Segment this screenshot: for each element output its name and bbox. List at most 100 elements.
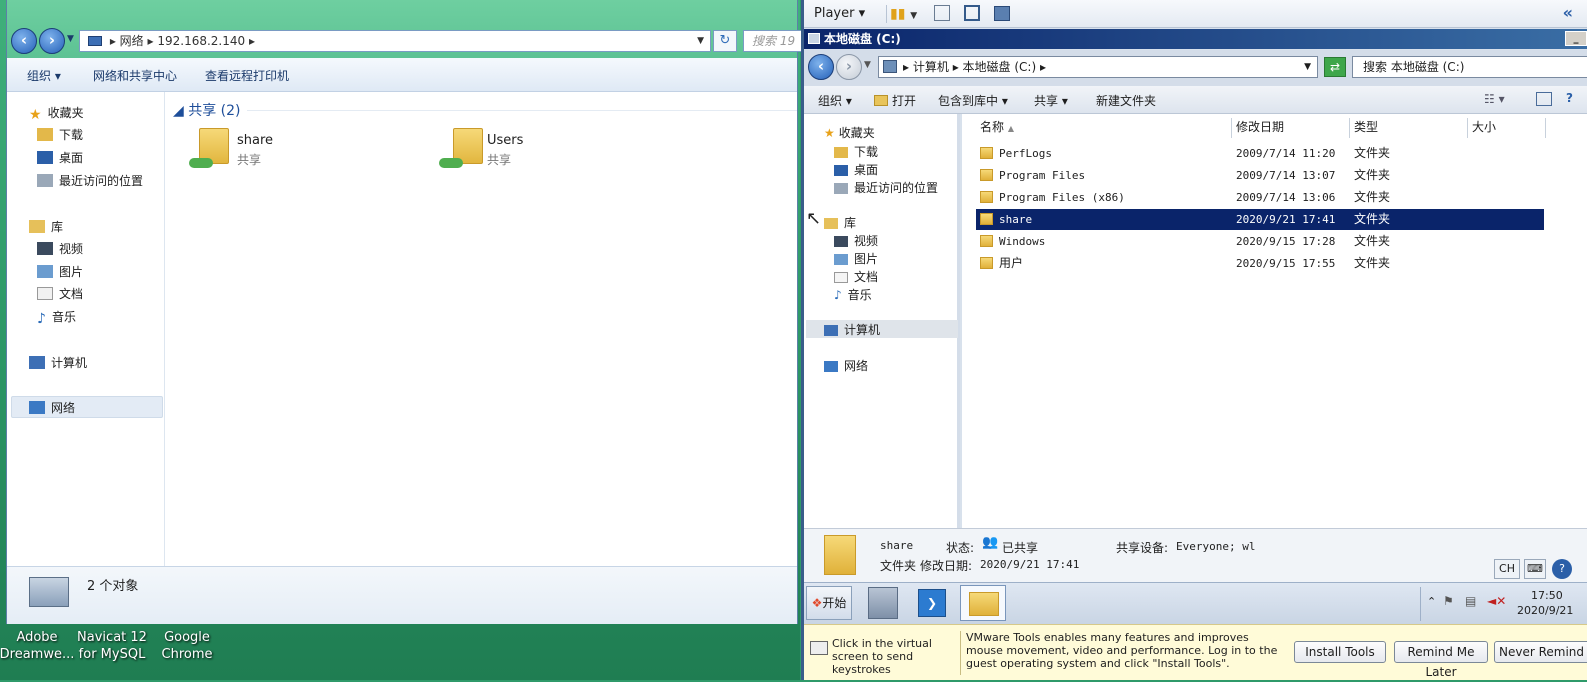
guest-share-menu[interactable]: 共享 ▾ (1034, 92, 1068, 109)
share-group-header[interactable]: ◢ 共享 (2) (173, 100, 241, 120)
explorer-taskbar-button[interactable] (960, 585, 1006, 621)
guest-search-input[interactable]: 搜索 本地磁盘 (C:) (1352, 56, 1587, 78)
file-name: Program Files (x86) (999, 191, 1125, 204)
guest-refresh-icon[interactable]: ⇄ (1324, 57, 1346, 77)
file-name: PerfLogs (999, 147, 1052, 160)
guest-include-library-menu[interactable]: 包含到库中 ▾ (938, 92, 1008, 109)
guest-nav-computer[interactable]: 计算机 (824, 321, 880, 338)
clock-date[interactable]: 2020/9/21 (1517, 604, 1573, 617)
table-row-selected[interactable]: share 2020/9/21 17:41 文件夹 (976, 209, 1544, 230)
fullscreen-icon[interactable] (964, 5, 980, 21)
nav-computer[interactable]: 计算机 (29, 354, 87, 371)
recent-pages-chevron-icon[interactable]: ▼ (67, 34, 74, 44)
breadcrumb-drive[interactable]: 本地磁盘 (C:) (963, 60, 1037, 74)
network-status-icon[interactable]: ▤ (1465, 594, 1476, 608)
desktop-icon-navicat[interactable]: Navicat 12 for MySQL (72, 629, 152, 663)
back-button[interactable]: ‹ (11, 28, 37, 54)
guest-nav-downloads[interactable]: 下载 (834, 143, 878, 160)
guest-address-input[interactable]: ▸ 计算机 ▸ 本地磁盘 (C:) ▸ ▼ (878, 56, 1318, 78)
view-options-icon[interactable]: ☷ ▾ (1484, 92, 1505, 106)
network-center-button[interactable]: 网络和共享中心 (93, 67, 177, 84)
column-header-type[interactable]: 类型 (1350, 118, 1468, 138)
guest-nav-documents[interactable]: 文档 (834, 268, 878, 285)
remote-printers-button[interactable]: 查看远程打印机 (205, 67, 289, 84)
column-header-modified[interactable]: 修改日期 (1232, 118, 1350, 138)
breadcrumb-network[interactable]: 网络 (120, 34, 144, 48)
column-header-size[interactable]: 大小 (1468, 118, 1546, 138)
guest-nav-libraries[interactable]: 库 (824, 214, 856, 231)
nav-pictures[interactable]: 图片 (37, 263, 83, 280)
guest-nav-pictures[interactable]: 图片 (834, 250, 878, 267)
unity-icon[interactable] (994, 6, 1010, 21)
share-item-share[interactable]: share 共享 (185, 126, 425, 174)
explorer-icon (969, 592, 999, 616)
guest-nav-videos[interactable]: 视频 (834, 232, 878, 249)
refresh-icon[interactable]: ↻ (713, 30, 737, 52)
guest-nav-music[interactable]: ♪ 音乐 (834, 286, 872, 303)
pause-icon[interactable]: ▮▮ ▼ (890, 6, 917, 22)
nav-documents[interactable]: 文档 (37, 285, 83, 302)
breadcrumb-computer[interactable]: 计算机 (913, 60, 949, 74)
nav-videos[interactable]: 视频 (37, 240, 83, 257)
details-modified-label: 修改日期: (920, 559, 973, 573)
address-dropdown-icon[interactable]: ▼ (1304, 57, 1311, 77)
file-type: 文件夹 (1354, 212, 1391, 226)
table-row[interactable]: 用户 2020/9/15 17:55 文件夹 (976, 253, 1544, 274)
guest-back-button[interactable]: ‹ (808, 54, 834, 80)
server-manager-icon[interactable] (868, 587, 898, 619)
column-header-name[interactable]: 名称 ▲ (976, 118, 1232, 138)
powershell-icon[interactable]: ❯ (918, 589, 946, 617)
nav-desktop[interactable]: 桌面 (37, 149, 83, 166)
computer-monitor-icon (29, 577, 69, 607)
guest-nav-favorites[interactable]: ★ 收藏夹 (824, 124, 875, 141)
toolbar-divider (886, 5, 887, 23)
nav-downloads[interactable]: 下载 (37, 126, 83, 143)
recent-places-icon (834, 183, 848, 194)
nav-recent[interactable]: 最近访问的位置 (37, 172, 143, 189)
address-input[interactable]: ▸ 网络 ▸ 192.168.2.140 ▸ ▼ (79, 30, 711, 52)
breadcrumb-host[interactable]: 192.168.2.140 (157, 34, 245, 48)
table-row[interactable]: Windows 2020/9/15 17:28 文件夹 (976, 231, 1544, 252)
install-tools-button[interactable]: Install Tools (1294, 641, 1386, 663)
organize-menu[interactable]: 组织 ▾ (27, 67, 61, 84)
guest-nav-desktop[interactable]: 桌面 (834, 161, 878, 178)
guest-open-button[interactable]: 打开 (874, 92, 916, 109)
nav-libraries[interactable]: 库 (29, 218, 63, 235)
recent-pages-chevron-icon[interactable]: ▼ (864, 60, 871, 70)
guest-forward-button[interactable]: › (836, 54, 862, 80)
remind-later-button[interactable]: Remind Me Later (1394, 641, 1488, 679)
guest-new-folder-button[interactable]: 新建文件夹 (1096, 92, 1156, 109)
guest-organize-menu[interactable]: 组织 ▾ (818, 92, 852, 109)
send-ctrl-alt-del-icon[interactable] (934, 5, 950, 21)
desktop-icon-dreamweaver[interactable]: Adobe Dreamwe... (0, 629, 77, 663)
address-dropdown-icon[interactable]: ▼ (697, 31, 704, 51)
forward-button[interactable]: › (39, 28, 65, 54)
table-row[interactable]: Program Files 2009/7/14 13:07 文件夹 (976, 165, 1544, 186)
desktop-icon-chrome[interactable]: Google Chrome (147, 629, 227, 663)
help-icon[interactable]: ? (1552, 559, 1572, 579)
nav-favorites[interactable]: ★ 收藏夹 (29, 104, 84, 123)
share-item-users[interactable]: Users 共享 (435, 126, 675, 174)
nav-network[interactable]: 网络 (29, 399, 75, 416)
file-type: 文件夹 (1354, 256, 1391, 270)
clock-time[interactable]: 17:50 (1531, 589, 1563, 602)
nav-music[interactable]: ♪ 音乐 (37, 308, 76, 327)
help-icon[interactable]: ? (1566, 91, 1573, 105)
player-menu[interactable]: Player ▾ (814, 6, 865, 21)
action-center-flag-icon[interactable]: ⚑ (1443, 594, 1454, 608)
search-input[interactable]: 搜索 19 (743, 30, 803, 52)
keyboard-icon[interactable]: ⌨ (1524, 559, 1546, 579)
details-type: 文件夹 (880, 559, 917, 573)
minimize-button[interactable]: _ (1565, 31, 1587, 46)
start-button[interactable]: ❖开始 (806, 586, 852, 620)
guest-nav-recent[interactable]: 最近访问的位置 (834, 179, 938, 196)
ime-indicator[interactable]: CH (1494, 559, 1520, 579)
never-remind-button[interactable]: Never Remind Me (1494, 641, 1587, 663)
table-row[interactable]: Program Files (x86) 2009/7/14 13:06 文件夹 (976, 187, 1544, 208)
volume-muted-icon[interactable]: ◄✕ (1487, 594, 1506, 608)
table-row[interactable]: PerfLogs 2009/7/14 11:20 文件夹 (976, 143, 1544, 164)
guest-nav-network[interactable]: 网络 (824, 357, 868, 374)
show-hidden-icons-icon[interactable]: ⌃ (1427, 595, 1436, 608)
collapse-library-icon[interactable]: « (1563, 3, 1573, 22)
preview-pane-icon[interactable] (1536, 92, 1552, 106)
